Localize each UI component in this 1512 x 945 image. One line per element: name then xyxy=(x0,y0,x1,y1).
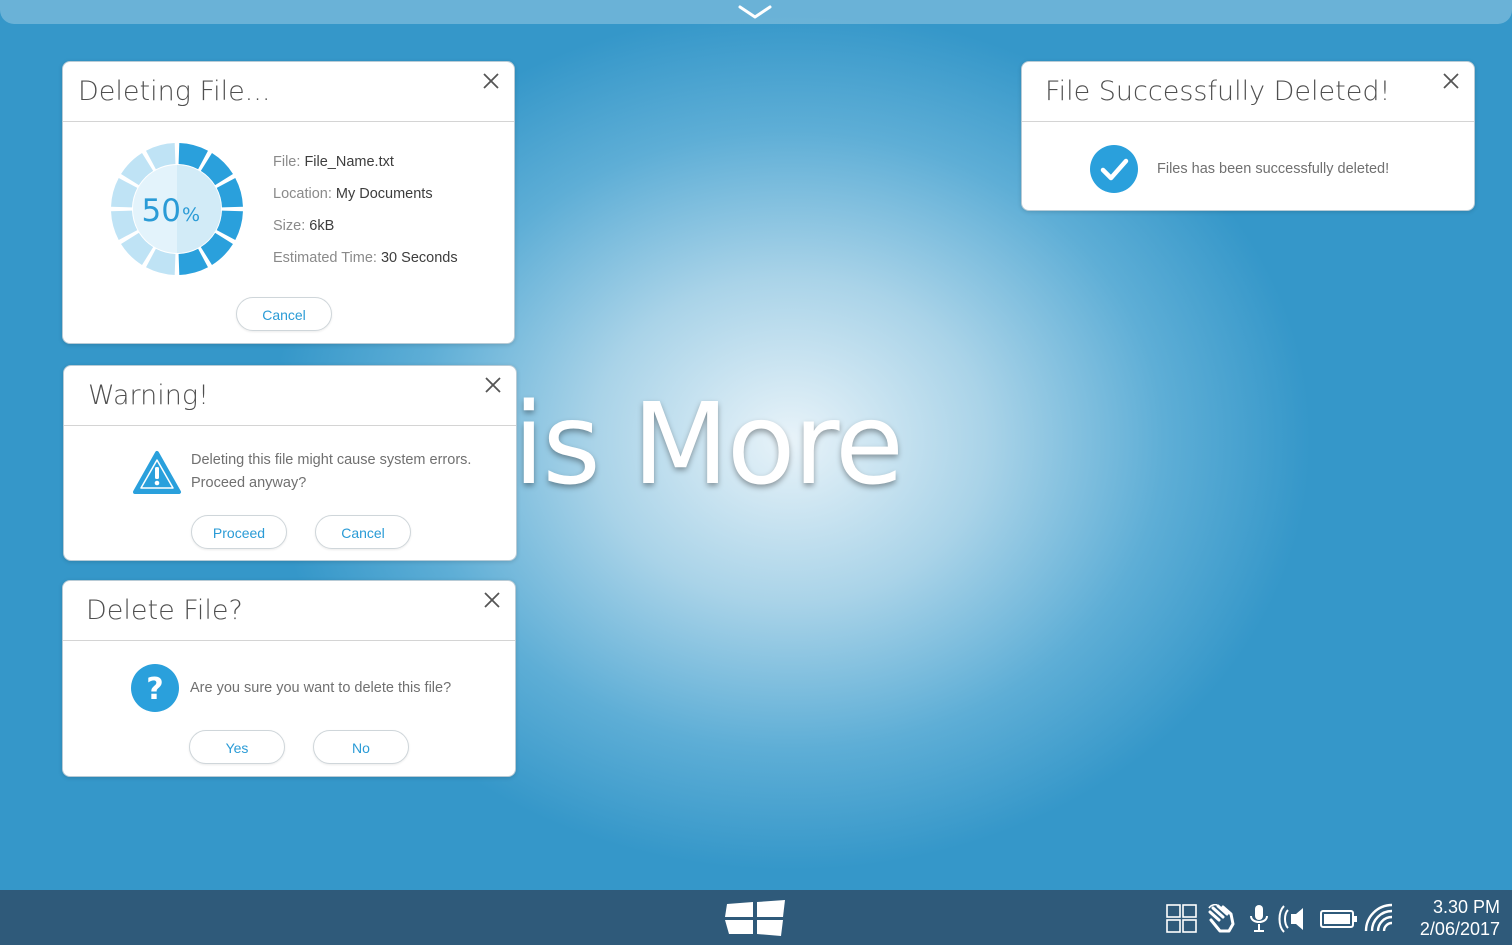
task-view-icon[interactable] xyxy=(1166,904,1198,934)
cancel-button[interactable]: Cancel xyxy=(236,297,332,331)
dialog-title: Warning! xyxy=(88,380,209,411)
no-button[interactable]: No xyxy=(313,730,409,764)
estimated-time-label: Estimated Time: xyxy=(273,250,377,266)
progress-ring: 50 % xyxy=(111,143,243,275)
estimated-time-value: 30 Seconds xyxy=(380,250,458,266)
cancel-button[interactable]: Cancel xyxy=(315,515,411,549)
deleting-file-dialog: Deleting File... 50 % File: File_Name.tx… xyxy=(62,61,515,344)
estimated-time-row: Estimated Time: 30 Seconds xyxy=(273,250,458,266)
warning-message: Deleting this file might cause system er… xyxy=(191,449,471,495)
close-icon[interactable] xyxy=(484,376,502,394)
warning-message-line1: Deleting this file might cause system er… xyxy=(191,452,472,468)
progress-ring-segment xyxy=(146,143,176,170)
location-value: My Documents xyxy=(335,186,433,202)
warning-dialog: Warning! Deleting this file might cause … xyxy=(63,365,517,561)
clock-date: 2/06/2017 xyxy=(1419,919,1500,939)
divider xyxy=(63,121,514,122)
delete-confirm-dialog: Delete File? ? Are you sure you want to … xyxy=(62,580,516,777)
touch-hand-icon[interactable] xyxy=(1207,904,1241,934)
chevron-down-icon[interactable] xyxy=(738,4,772,20)
file-name-row: File: File_Name.txt xyxy=(273,154,394,170)
volume-icon[interactable] xyxy=(1276,904,1310,934)
location-row: Location: My Documents xyxy=(273,186,433,202)
size-value: 6kB xyxy=(309,218,335,234)
proceed-button[interactable]: Proceed xyxy=(191,515,287,549)
tray-clock[interactable]: 3.30 PM 2/06/2017 xyxy=(1420,896,1500,940)
progress-number: 50 xyxy=(142,193,181,229)
dialog-title: File Successfully Deleted! xyxy=(1045,76,1391,107)
progress-ring-segment xyxy=(178,248,208,275)
dialog-title: Delete File? xyxy=(86,595,243,626)
taskbar: 3.30 PM 2/06/2017 xyxy=(0,890,1512,945)
size-label: Size: xyxy=(273,218,306,234)
location-label: Location: xyxy=(273,186,332,202)
progress-ring-segment xyxy=(216,210,243,240)
clock-time: 3.30 PM xyxy=(1432,897,1500,917)
progress-ring-segment xyxy=(111,210,138,240)
progress-ring-segment xyxy=(111,178,138,208)
svg-text:?: ? xyxy=(146,672,163,707)
success-message: Files has been successfully deleted! xyxy=(1157,161,1390,177)
top-pull-bar[interactable] xyxy=(0,0,1512,24)
warning-message-line2: Proceed anyway? xyxy=(191,475,307,491)
dialog-title: Deleting File... xyxy=(78,76,271,107)
progress-ring-segment xyxy=(146,248,176,275)
progress-ring-segment xyxy=(216,178,243,208)
progress-unit: % xyxy=(182,204,200,226)
size-row: Size: 6kB xyxy=(273,218,334,234)
question-icon: ? xyxy=(131,664,179,712)
battery-icon[interactable] xyxy=(1320,909,1358,929)
yes-button[interactable]: Yes xyxy=(189,730,285,764)
windows-start-icon[interactable] xyxy=(723,900,787,936)
divider xyxy=(64,425,516,426)
divider xyxy=(63,640,515,641)
file-label: File: xyxy=(273,154,301,170)
close-icon[interactable] xyxy=(482,72,500,90)
warning-icon xyxy=(133,451,181,494)
file-value: File_Name.txt xyxy=(304,154,394,170)
microphone-icon[interactable] xyxy=(1249,904,1269,934)
check-circle-icon xyxy=(1090,145,1138,193)
close-icon[interactable] xyxy=(483,591,501,609)
close-icon[interactable] xyxy=(1442,72,1460,90)
wifi-icon[interactable] xyxy=(1364,903,1394,933)
success-dialog: File Successfully Deleted! Files has bee… xyxy=(1021,61,1475,211)
confirm-message: Are you sure you want to delete this fil… xyxy=(190,680,452,696)
divider xyxy=(1022,121,1474,122)
progress-ring-segment xyxy=(178,143,208,170)
